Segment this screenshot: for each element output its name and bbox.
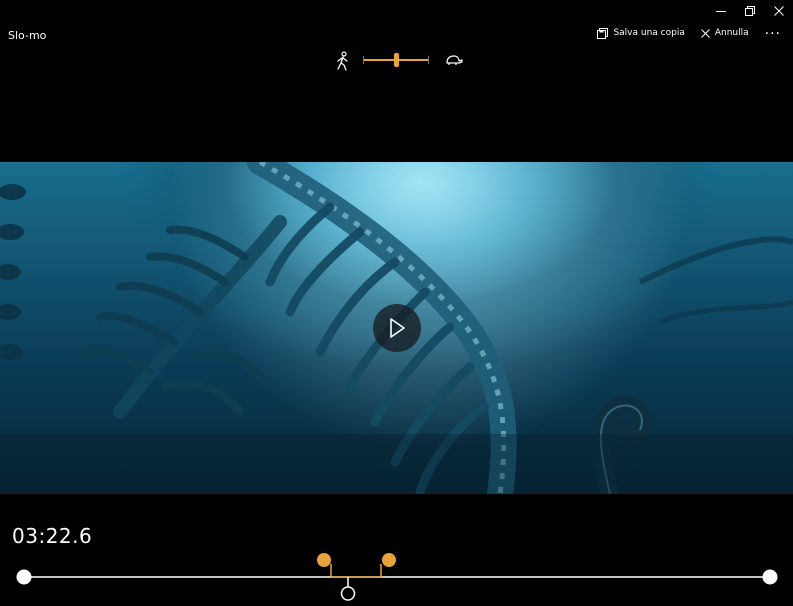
play-button[interactable] [373,304,421,352]
range-end-handle[interactable] [382,553,396,567]
speed-tick [363,56,364,64]
close-icon [773,6,784,16]
timeline[interactable] [0,548,793,606]
video-frame[interactable] [0,162,793,494]
play-icon [390,318,405,338]
command-bar: Salva una copia Annulla ... [597,23,781,40]
window-controls [706,0,793,22]
cancel-icon [700,28,710,38]
current-time: 03:22.6 [12,524,93,548]
minimize-icon [715,11,726,12]
save-copy-label: Salva una copia [613,28,685,38]
speed-slider[interactable] [335,50,463,72]
speed-thumb[interactable] [393,53,399,67]
speed-tick [428,56,429,64]
playhead-handle[interactable] [340,586,356,601]
restore-icon [744,6,755,16]
app-title: Slo-mo [8,29,47,42]
trim-start-handle[interactable] [16,569,32,585]
turtle-icon[interactable] [445,54,463,66]
save-copy-icon [597,27,609,39]
close-button[interactable] [764,0,793,22]
save-copy-button[interactable]: Salva una copia [597,26,685,40]
cancel-label: Annulla [714,28,749,38]
cancel-button[interactable]: Annulla [700,26,749,40]
range-start-handle[interactable] [317,553,331,567]
minimize-button[interactable] [706,0,735,22]
trim-end-handle[interactable] [762,569,778,585]
more-options-button[interactable]: ... [765,23,781,37]
walking-person-icon[interactable] [335,51,351,71]
restore-button[interactable] [735,0,764,22]
